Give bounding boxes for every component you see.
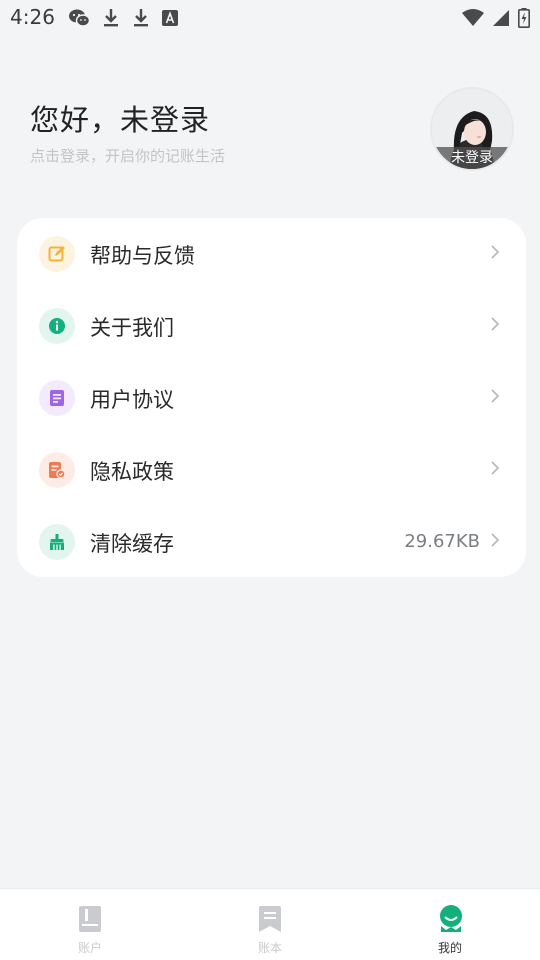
tab-account[interactable]: 账户 <box>0 889 180 960</box>
menu-item-label: 帮助与反馈 <box>90 244 195 268</box>
tab-label: 账本 <box>257 941 282 955</box>
menu-item-user-agreement[interactable]: 用户协议 <box>17 362 526 434</box>
bottom-tab-bar: 账户 账本 我的 <box>0 888 540 960</box>
tab-ledger[interactable]: 账本 <box>180 889 360 960</box>
menu-item-privacy-policy[interactable]: 隐私政策 <box>17 434 526 506</box>
book-icon <box>78 905 102 933</box>
font-a-icon <box>162 10 178 30</box>
avatar-badge: 未登录 <box>432 147 512 169</box>
status-time: 4:26 <box>10 5 55 29</box>
status-bar: 4:26 <box>0 0 540 36</box>
chevron-right-icon <box>490 532 500 552</box>
info-icon <box>39 308 75 344</box>
menu-item-label: 清除缓存 <box>90 532 174 556</box>
avatar[interactable]: 未登录 <box>432 89 512 169</box>
greeting-title[interactable]: 您好，未登录 <box>30 97 210 139</box>
menu-item-clear-cache[interactable]: 清除缓存 29.67KB <box>17 506 526 578</box>
settings-menu: 帮助与反馈 关于我们 用户协议 隐私政策 清除缓存 29.67KB <box>17 218 526 577</box>
tab-label: 我的 <box>437 941 462 955</box>
profile-header[interactable]: 您好，未登录 点击登录，开启你的记账生活 未登录 <box>0 80 540 190</box>
edit-note-icon <box>39 236 75 272</box>
menu-item-about-us[interactable]: 关于我们 <box>17 290 526 362</box>
chevron-right-icon <box>490 460 500 480</box>
menu-item-label: 用户协议 <box>90 388 174 412</box>
login-prompt[interactable]: 点击登录，开启你的记账生活 <box>30 145 225 166</box>
system-icons <box>462 8 530 32</box>
privacy-document-icon <box>39 452 75 488</box>
menu-item-label: 关于我们 <box>90 316 174 340</box>
tab-label: 账户 <box>77 941 102 955</box>
smiley-user-icon <box>438 905 462 933</box>
chevron-right-icon <box>490 244 500 264</box>
chevron-right-icon <box>490 388 500 408</box>
notification-icons <box>68 8 178 32</box>
battery-charging-icon <box>518 8 530 32</box>
wifi-icon <box>462 9 484 31</box>
chevron-right-icon <box>490 316 500 336</box>
menu-item-label: 隐私政策 <box>90 460 174 484</box>
broom-icon <box>39 524 75 560</box>
tab-mine[interactable]: 我的 <box>360 889 540 960</box>
document-icon <box>39 380 75 416</box>
wechat-icon <box>68 8 91 32</box>
download-icon <box>102 8 120 32</box>
signal-icon <box>492 9 510 31</box>
menu-item-help-feedback[interactable]: 帮助与反馈 <box>17 218 526 290</box>
download-icon <box>132 8 150 32</box>
cache-size-value: 29.67KB <box>404 531 480 552</box>
bookmark-icon <box>258 905 282 933</box>
